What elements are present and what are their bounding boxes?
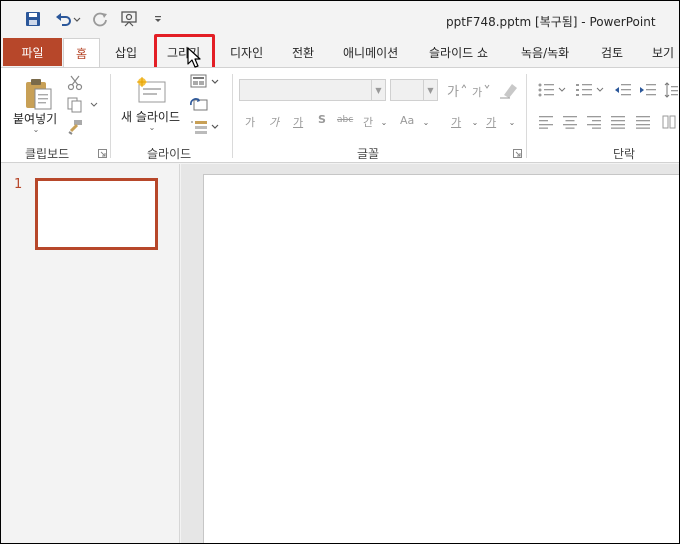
- grow-font-icon[interactable]: 가: [445, 81, 467, 99]
- distributed-icon[interactable]: [633, 113, 653, 131]
- section-icon[interactable]: [189, 118, 221, 136]
- ribbon-home: 붙여넣기 ⌄ 클립보드 새 슬라이드 ⌄ 슬라이드 ▼ ▼ 가 가 가 가 가 …: [1, 67, 679, 163]
- underline-icon[interactable]: 가: [293, 114, 303, 130]
- bold-icon[interactable]: 가: [245, 114, 255, 130]
- format-painter-icon[interactable]: [65, 118, 85, 136]
- chevron-down-icon[interactable]: ▼: [423, 80, 437, 100]
- chevron-down-icon[interactable]: ⌄: [507, 118, 517, 127]
- cut-icon[interactable]: [65, 74, 85, 92]
- redo-icon[interactable]: [91, 9, 111, 29]
- slide-thumbnail[interactable]: [35, 178, 158, 250]
- copy-icon[interactable]: [65, 96, 99, 114]
- bullets-icon[interactable]: [536, 81, 568, 99]
- reset-icon[interactable]: [189, 96, 209, 114]
- tab-review[interactable]: 검토: [601, 38, 623, 66]
- tab-transitions[interactable]: 전환: [292, 38, 314, 66]
- chevron-down-icon[interactable]: ⌄: [379, 118, 389, 127]
- chevron-down-icon[interactable]: ⌄: [31, 125, 41, 134]
- draw-tab-highlight: [154, 34, 215, 70]
- mouse-cursor-icon: [187, 47, 201, 72]
- slide-edit-area: [181, 164, 679, 543]
- dialog-launcher-icon[interactable]: [97, 148, 107, 158]
- ribbon-tab-bar: 파일 홈 삽입 그리기 디자인 전환 애니메이션 슬라이드 쇼 녹음/녹화 검토…: [1, 37, 679, 68]
- chevron-down-icon[interactable]: ▼: [371, 80, 385, 100]
- chevron-down-icon[interactable]: ⌄: [470, 118, 480, 127]
- increase-indent-icon[interactable]: [638, 81, 658, 99]
- customize-icon[interactable]: [151, 9, 165, 29]
- title-bar: pptF748.pptm [복구됨] - PowerPoint: [1, 1, 679, 37]
- font-color-icon[interactable]: 가: [486, 114, 496, 130]
- group-separator: [110, 74, 111, 158]
- shrink-font-icon[interactable]: 가: [469, 81, 491, 99]
- tab-home[interactable]: 홈: [63, 38, 100, 68]
- character-spacing-icon[interactable]: 간: [363, 114, 373, 130]
- tab-design[interactable]: 디자인: [230, 38, 263, 66]
- line-spacing-icon[interactable]: [663, 81, 679, 99]
- change-case-icon[interactable]: Aa: [400, 114, 414, 127]
- justify-icon[interactable]: [608, 113, 628, 131]
- svg-text:가: 가: [447, 85, 459, 99]
- svg-text:가: 가: [472, 86, 482, 99]
- font-group-label: 글꼴: [357, 147, 380, 161]
- slide-number: 1: [14, 177, 23, 192]
- clipboard-group-label: 클립보드: [25, 147, 70, 161]
- chevron-down-icon[interactable]: ⌄: [147, 123, 157, 132]
- tab-record[interactable]: 녹음/녹화: [521, 38, 569, 66]
- paste-icon[interactable]: [21, 76, 55, 112]
- group-separator: [232, 74, 233, 158]
- shadow-icon[interactable]: S: [318, 113, 326, 126]
- save-icon[interactable]: [23, 9, 43, 29]
- layout-icon[interactable]: [189, 73, 221, 91]
- tab-view[interactable]: 보기: [652, 38, 674, 66]
- decrease-indent-icon[interactable]: [613, 81, 633, 99]
- tab-insert[interactable]: 삽입: [115, 38, 137, 66]
- slide-thumbnail-pane: 1: [1, 164, 180, 543]
- document-title: pptF748.pptm [복구됨] - PowerPoint: [446, 15, 656, 29]
- chevron-down-icon[interactable]: ⌄: [421, 118, 431, 127]
- font-size-combo[interactable]: ▼: [390, 79, 438, 101]
- tab-slideshow[interactable]: 슬라이드 쇼: [429, 38, 488, 66]
- powerpoint-window: pptF748.pptm [복구됨] - PowerPoint 파일 홈 삽입 …: [1, 1, 679, 543]
- font-name-combo[interactable]: ▼: [239, 79, 386, 101]
- align-right-icon[interactable]: [584, 113, 604, 131]
- numbering-icon[interactable]: [574, 81, 606, 99]
- tab-animations[interactable]: 애니메이션: [343, 38, 398, 66]
- paragraph-group-label: 단락: [613, 147, 636, 161]
- present-icon[interactable]: [119, 9, 141, 29]
- columns-icon[interactable]: [661, 113, 677, 131]
- dialog-launcher-icon[interactable]: [512, 148, 522, 158]
- tab-file[interactable]: 파일: [3, 38, 62, 66]
- undo-icon[interactable]: [53, 9, 83, 29]
- align-left-icon[interactable]: [536, 113, 556, 131]
- align-center-icon[interactable]: [560, 113, 580, 131]
- slide-canvas[interactable]: [203, 174, 679, 543]
- strikethrough-icon[interactable]: abc: [337, 115, 353, 125]
- new-slide-icon[interactable]: [135, 74, 169, 108]
- highlight-icon[interactable]: 가: [451, 114, 461, 130]
- slides-group-label: 슬라이드: [147, 147, 192, 161]
- group-separator: [526, 74, 527, 158]
- clear-formatting-icon[interactable]: [497, 81, 519, 99]
- italic-icon[interactable]: 가: [269, 114, 279, 130]
